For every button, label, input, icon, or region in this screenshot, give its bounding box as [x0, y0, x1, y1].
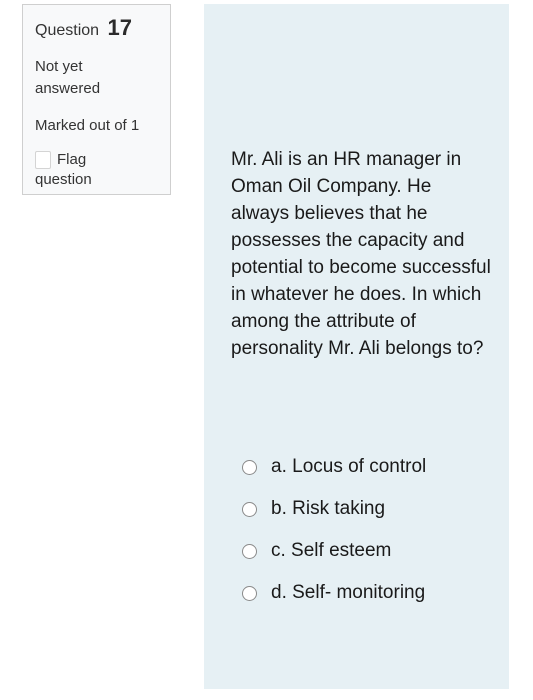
flag-label-line1: Flag: [57, 151, 87, 168]
radio-button-icon[interactable]: [242, 585, 257, 601]
answer-label: b. Risk taking: [271, 498, 386, 519]
question-grade: Marked out of 1: [35, 117, 140, 134]
flag-checkbox-icon[interactable]: [35, 151, 51, 169]
answer-label: c. Self esteem: [271, 540, 392, 561]
question-info-panel: Question 17 Not yet answered Marked out …: [22, 4, 171, 195]
answer-option-b[interactable]: b. Risk taking: [242, 488, 502, 530]
answer-label: d. Self- monitoring: [271, 582, 426, 603]
question-text: Mr. Ali is an HR manager in Oman Oil Com…: [231, 149, 491, 359]
radio-button-icon[interactable]: [242, 543, 257, 559]
flag-question-toggle[interactable]: Flag question: [35, 150, 158, 190]
flag-label-line2: question: [35, 171, 92, 188]
answer-list: a. Locus of control b. Risk taking c. Se…: [242, 446, 502, 614]
question-content-panel: Mr. Ali is an HR manager in Oman Oil Com…: [204, 4, 509, 689]
answer-label: a. Locus of control: [271, 456, 427, 477]
answer-option-d[interactable]: d. Self- monitoring: [242, 572, 502, 614]
question-number: 17: [107, 15, 132, 40]
question-heading: Question 17: [35, 15, 158, 44]
answer-option-a[interactable]: a. Locus of control: [242, 446, 502, 488]
question-state: Not yet answered: [35, 58, 101, 97]
question-label: Question: [35, 22, 100, 39]
radio-button-icon[interactable]: [242, 501, 257, 517]
radio-button-icon[interactable]: [242, 459, 257, 475]
answer-option-c[interactable]: c. Self esteem: [242, 530, 502, 572]
